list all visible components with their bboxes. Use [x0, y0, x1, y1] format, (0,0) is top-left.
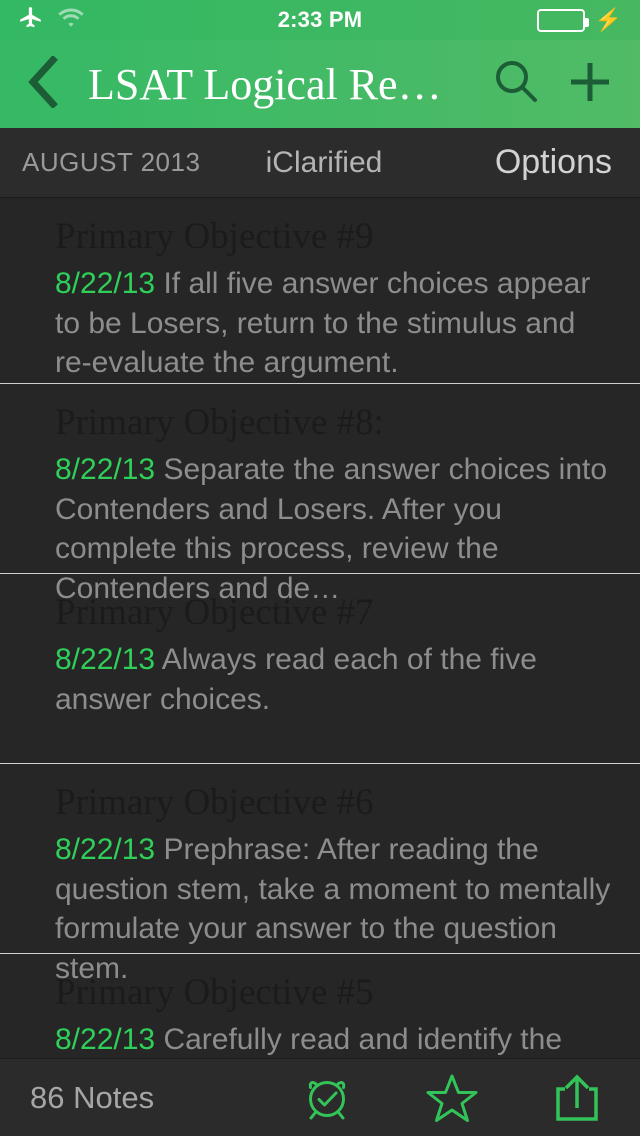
phone-screen: 2:33 PM ⚡ LSAT Logical Re… — [0, 0, 640, 1136]
share-button[interactable] — [515, 1059, 640, 1136]
search-button[interactable] — [488, 56, 544, 112]
note-title: Primary Objective #5 — [55, 970, 630, 1016]
list-item[interactable]: Primary Objective #6 8/22/13 Prephrase: … — [0, 764, 640, 954]
back-button[interactable] — [22, 56, 62, 112]
page-title: LSAT Logical Re… — [88, 59, 488, 110]
segment-source[interactable]: iClarified — [226, 128, 422, 197]
note-date: 8/22/13 — [55, 833, 155, 866]
status-bar-left — [18, 5, 85, 36]
back-chevron-icon — [25, 56, 59, 113]
note-preview: 8/22/13 Carefully read and identify the — [55, 1020, 630, 1058]
star-icon — [424, 1071, 480, 1125]
list-item[interactable]: Primary Objective #9 8/22/13 If all five… — [0, 198, 640, 384]
note-preview: 8/22/13 If all five answer choices appea… — [55, 264, 630, 383]
note-date: 8/22/13 — [55, 453, 155, 486]
share-icon — [551, 1070, 603, 1126]
note-preview: 8/22/13 Always read each of the five ans… — [55, 640, 630, 719]
bottom-toolbar: 86 Notes — [0, 1058, 640, 1136]
note-title: Primary Objective #6 — [55, 780, 630, 826]
battery-icon — [537, 9, 585, 32]
note-date: 8/22/13 — [55, 267, 155, 300]
meta-bar: AUGUST 2013 iClarified Options — [0, 128, 640, 198]
favorite-button[interactable] — [389, 1059, 514, 1136]
list-item[interactable]: Primary Objective #7 8/22/13 Always read… — [0, 574, 640, 764]
lightning-bolt-icon: ⚡ — [595, 9, 622, 31]
list-item[interactable]: Primary Objective #8: 8/22/13 Separate t… — [0, 384, 640, 574]
note-list[interactable]: Primary Objective #9 8/22/13 If all five… — [0, 198, 640, 1058]
note-date: 8/22/13 — [55, 1023, 155, 1056]
segment-options[interactable]: Options — [422, 128, 640, 197]
status-bar-right: ⚡ — [537, 9, 622, 32]
note-title: Primary Objective #8: — [55, 400, 630, 446]
note-date: 8/22/13 — [55, 643, 155, 676]
reminder-button[interactable] — [264, 1059, 389, 1136]
note-title: Primary Objective #7 — [55, 590, 630, 636]
add-note-button[interactable] — [562, 56, 618, 112]
status-bar: 2:33 PM ⚡ — [0, 0, 640, 40]
airplane-mode-icon — [18, 5, 44, 36]
alarm-clock-check-icon — [299, 1070, 355, 1126]
navigation-bar: LSAT Logical Re… — [0, 40, 640, 128]
note-title: Primary Objective #9 — [55, 214, 630, 260]
wifi-icon — [57, 7, 85, 34]
note-body-text: Carefully read and identify the — [163, 1023, 562, 1056]
search-icon — [491, 57, 541, 112]
note-count-label: 86 Notes — [0, 1080, 264, 1116]
list-item[interactable]: Primary Objective #5 8/22/13 Carefully r… — [0, 954, 640, 1058]
segment-month[interactable]: AUGUST 2013 — [0, 128, 226, 197]
plus-icon — [564, 56, 616, 113]
